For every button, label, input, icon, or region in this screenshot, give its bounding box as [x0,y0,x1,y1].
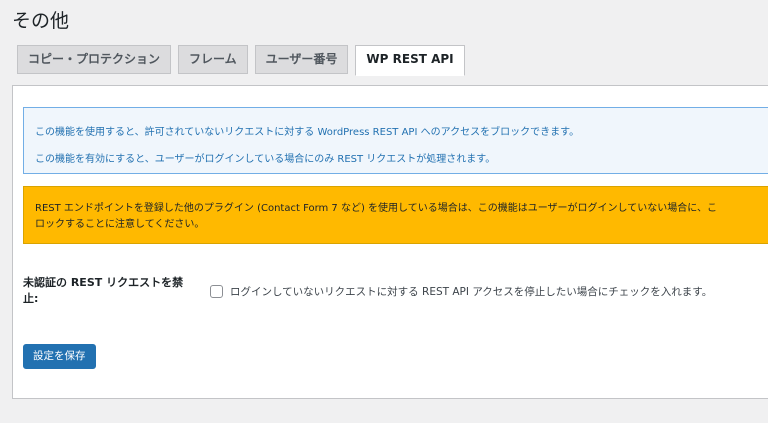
warning-notice-text: REST エンドポイントを登録した他のプラグイン (Contact Form 7… [35,201,768,233]
warning-notice-line-1: REST エンドポイントを登録した他のプラグイン (Contact Form 7… [35,203,717,214]
save-settings-button[interactable]: 設定を保存 [23,344,96,369]
warning-notice: REST エンドポイントを登録した他のプラグイン (Contact Form 7… [23,186,768,244]
block-rest-label: 未認証の REST リクエストを禁 止: [23,275,193,307]
info-notice-line-1: この機能を使用すると、許可されていないリクエストに対する WordPress R… [35,127,580,138]
settings-panel: この機能を使用すると、許可されていないリクエストに対する WordPress R… [12,85,768,399]
info-notice-line-2: この機能を有効にすると、ユーザーがログインしている場合にのみ REST リクエス… [35,154,496,165]
tab-copy-protection[interactable]: コピー・プロテクション [17,45,172,74]
block-rest-label-line-2: 止: [23,292,39,305]
tab-frame[interactable]: フレーム [178,45,248,74]
settings-tabs: コピー・プロテクション フレーム ユーザー番号 WP REST API [17,45,465,76]
info-notice: この機能を使用すると、許可されていないリクエストに対する WordPress R… [23,107,768,174]
warning-notice-line-2: ロックすることに注意してください。 [35,219,205,230]
tab-wp-rest-api[interactable]: WP REST API [355,45,465,76]
block-rest-checkbox[interactable] [210,285,223,298]
tab-user-number[interactable]: ユーザー番号 [254,45,349,74]
block-rest-checkbox-label[interactable]: ログインしていないリクエストに対する REST API アクセスを停止したい場合… [230,284,712,299]
page-title: その他 [12,10,70,32]
block-rest-label-line-1: 未認証の REST リクエストを禁 [23,276,184,289]
